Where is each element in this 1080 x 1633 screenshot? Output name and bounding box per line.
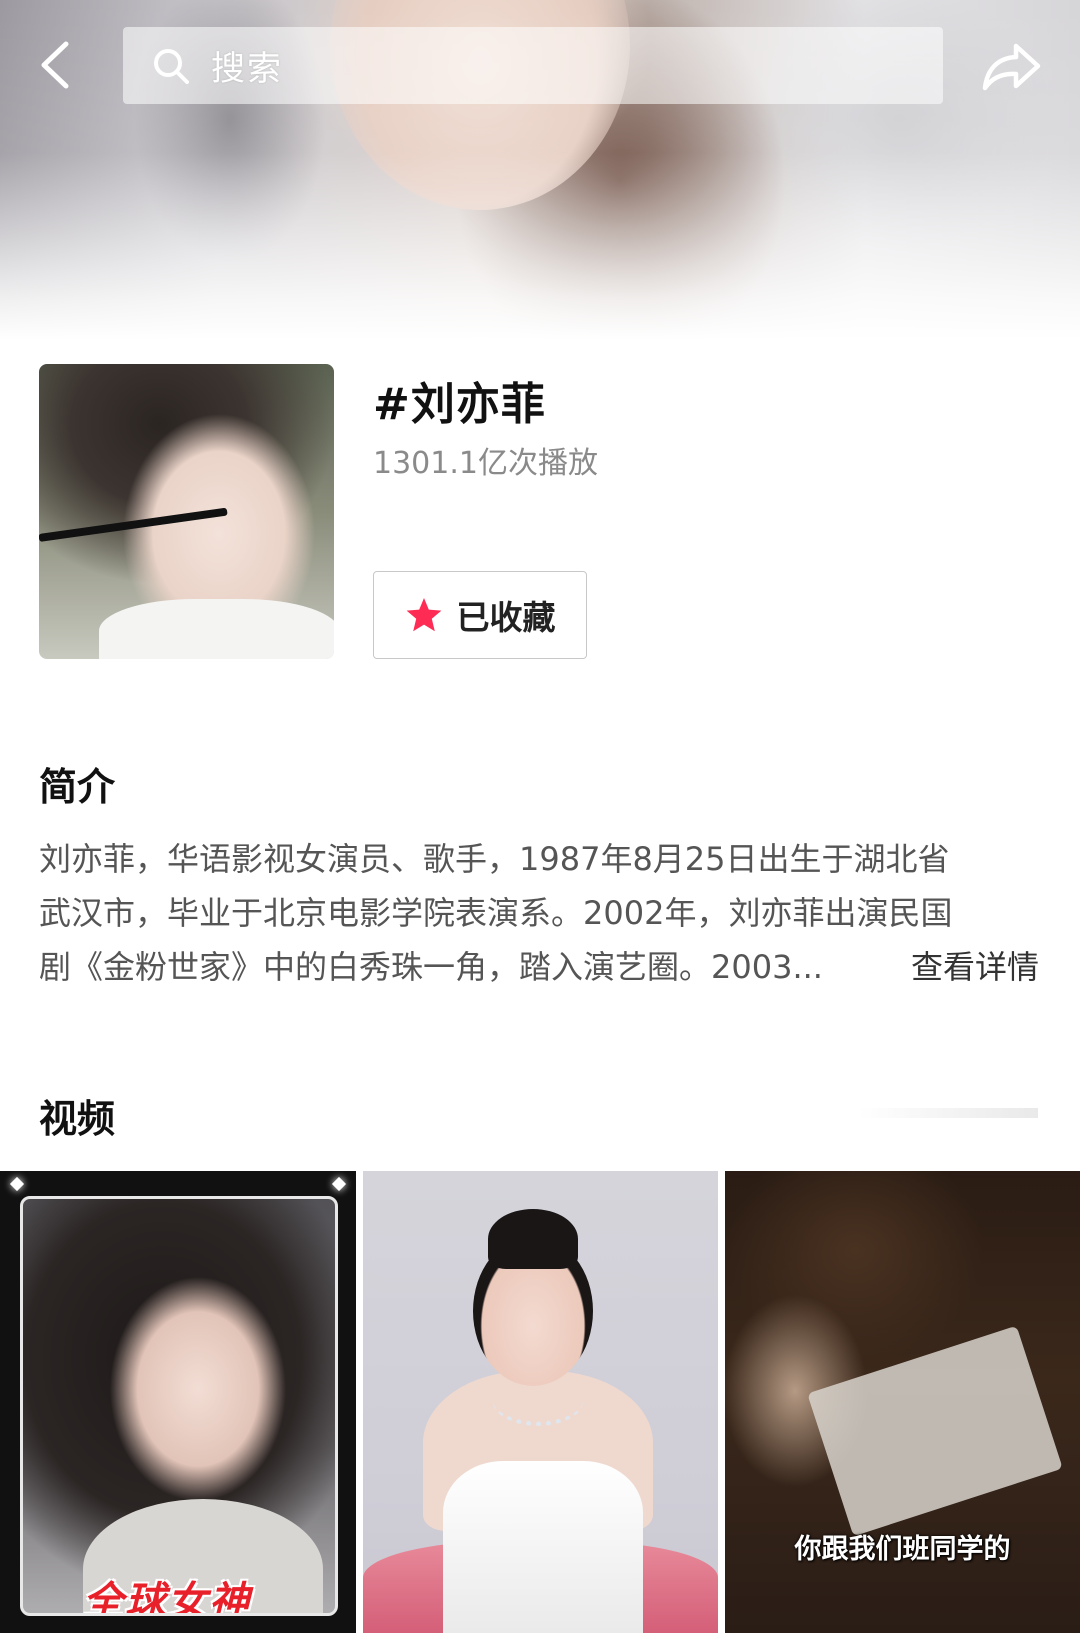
sparkle-icon [331,1176,347,1192]
video-thumbnail[interactable]: 你跟我们班同学的 [725,1171,1080,1633]
search-input[interactable]: 搜索 [123,27,943,104]
share-button[interactable] [980,40,1042,94]
intro-line: 刘亦菲，华语影视女演员、歌手，1987年8月25日出生于湖北省 [39,840,950,878]
back-button[interactable] [34,38,78,92]
intro-text: 刘亦菲，华语影视女演员、歌手，1987年8月25日出生于湖北省 武汉市，毕业于北… [39,832,1039,994]
video-caption: 全球女神 [83,1579,251,1616]
intro-heading: 简介 [39,765,116,809]
video-frame: 全球女神 [20,1196,338,1616]
videos-heading: 视频 [39,1097,116,1141]
intro-line-last: 剧《金粉世家》中的白秀珠一角，踏入演艺圈。2003... 查看详情 [39,940,1039,994]
play-count: 1301.1亿次播放 [373,446,598,481]
video-grid: 全球女神 你跟我们班同学的 [0,1171,1080,1633]
topic-cover-image [39,364,334,659]
topic-title: #刘亦菲 [373,379,546,430]
intro-line: 剧《金粉世家》中的白秀珠一角，踏入演艺圈。2003... [39,948,823,986]
collect-label: 已收藏 [456,598,556,637]
video-thumbnail[interactable]: 全球女神 [0,1171,356,1633]
intro-line: 武汉市，毕业于北京电影学院表演系。2002年，刘亦菲出演民国 [39,894,953,932]
sparkle-icon [9,1176,25,1192]
star-icon [406,598,441,632]
collect-button[interactable]: 已收藏 [373,571,587,659]
white-gown [443,1461,643,1633]
blurred-paper [807,1325,1063,1537]
video-subtitle: 你跟我们班同学的 [794,1534,1011,1565]
share-arrow-icon [982,43,1041,91]
search-placeholder: 搜索 [211,49,283,89]
figure-hair-bun [488,1209,578,1269]
cover-shirt [99,599,334,659]
chevron-left-icon [41,41,69,89]
search-icon [154,48,189,84]
view-details-link[interactable]: 查看详情 [911,940,1039,994]
videos-scroll-hint [858,1108,1038,1118]
cover-brush [39,507,228,542]
video-thumbnail[interactable] [363,1171,718,1633]
